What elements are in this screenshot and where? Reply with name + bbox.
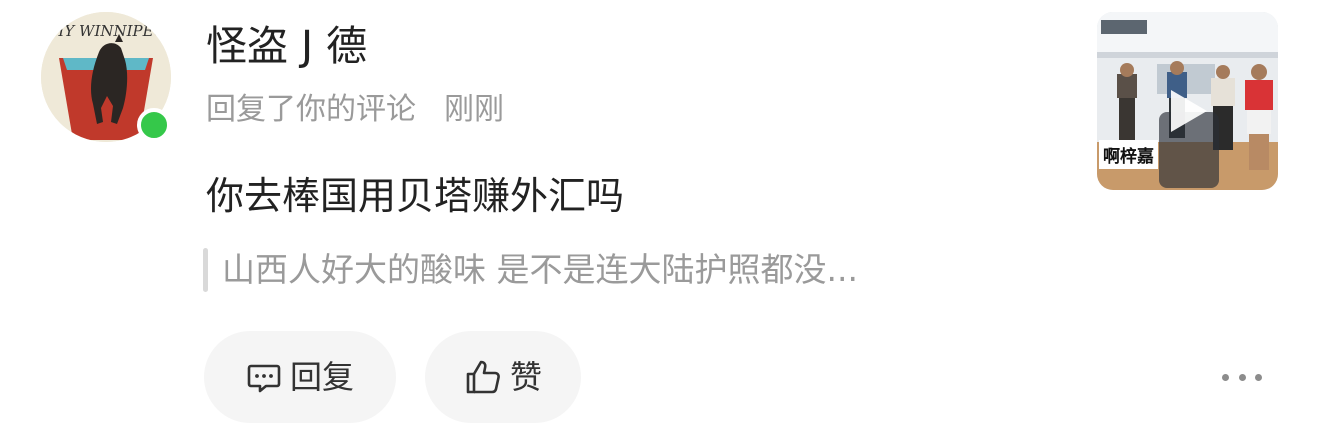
more-dot: [1255, 373, 1262, 381]
comment-icon: [246, 359, 282, 395]
thumbs-up-icon: [464, 358, 502, 396]
video-thumbnail[interactable]: 啊梓嘉: [1097, 12, 1278, 190]
quoted-comment-text: 山西人好大的酸味 是不是连大陆护照都没...: [222, 250, 858, 289]
notification-meta: 回复了你的评论 刚刚: [206, 88, 504, 132]
reply-label: 回复: [289, 358, 354, 396]
like-label: 赞: [509, 358, 542, 396]
more-dot: [1222, 373, 1229, 381]
more-dot: [1238, 373, 1246, 381]
play-icon: [1169, 88, 1209, 134]
more-dots-icon[interactable]: [1222, 362, 1262, 392]
notification-time: 刚刚: [444, 92, 504, 127]
reply-button[interactable]: 回复: [204, 331, 396, 423]
notification-action: 回复了你的评论: [206, 92, 416, 127]
online-status-dot: [137, 108, 171, 142]
like-button[interactable]: 赞: [425, 331, 581, 423]
quoted-comment[interactable]: 山西人好大的酸味 是不是连大陆护照都没...: [203, 244, 858, 296]
username[interactable]: 怪盗 J 德: [206, 18, 367, 74]
comment-text[interactable]: 你去棒国用贝塔赚外汇吗: [206, 168, 624, 224]
video-caption: 啊梓嘉: [1099, 140, 1158, 169]
svg-text:MY WINNIPEG: MY WINNIPEG: [48, 22, 166, 40]
avatar[interactable]: MY WINNIPEG: [41, 12, 175, 146]
quote-bar: [203, 248, 208, 292]
